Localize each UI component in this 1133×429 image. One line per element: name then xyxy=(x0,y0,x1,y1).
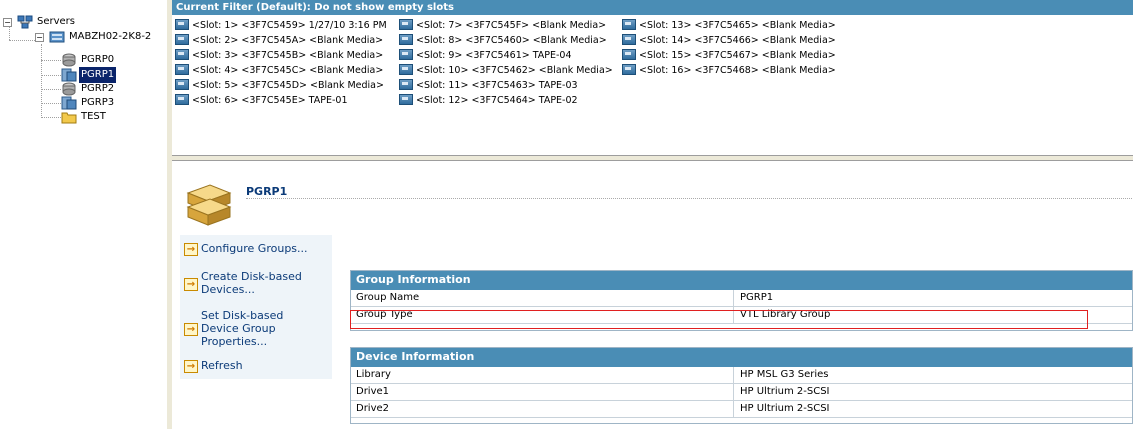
slot-label: <Slot: 13> <3F7C5465> <Blank Media> xyxy=(639,20,836,31)
slot-label: <Slot: 9> <3F7C5461> TAPE-04 xyxy=(416,50,572,61)
detail-panel: PGRP1 → Configure Groups... → Create Dis… xyxy=(172,161,1133,429)
tape-icon xyxy=(622,34,636,45)
slot-label: <Slot: 5> <3F7C545D> <Blank Media> xyxy=(192,80,384,91)
tape-icon xyxy=(175,49,189,60)
slot-label: <Slot: 16> <3F7C5468> <Blank Media> xyxy=(639,65,836,76)
slot-label: <Slot: 7> <3F7C545F> <Blank Media> xyxy=(416,20,607,31)
slot-item[interactable]: <Slot: 3> <3F7C545B> <Blank Media> xyxy=(175,49,383,63)
slot-label: <Slot: 15> <3F7C5467> <Blank Media> xyxy=(639,50,836,61)
table-row: Drive1 HP Ultrium 2-SCSI xyxy=(350,384,1133,401)
row-label: Drive1 xyxy=(350,384,734,400)
tape-icon xyxy=(399,34,413,45)
slot-item[interactable]: <Slot: 9> <3F7C5461> TAPE-04 xyxy=(399,49,572,63)
library-group-image-icon xyxy=(186,184,232,226)
row-value: HP MSL G3 Series xyxy=(740,369,829,380)
tape-icon xyxy=(175,34,189,45)
slot-label: <Slot: 10> <3F7C5462> <Blank Media> xyxy=(416,65,613,76)
collapse-icon[interactable]: − xyxy=(35,33,44,42)
device-information-header: Device Information xyxy=(350,347,1133,367)
tree-label-servers: Servers xyxy=(37,16,76,27)
library-icon xyxy=(62,82,76,96)
slot-label: <Slot: 11> <3F7C5463> TAPE-03 xyxy=(416,80,578,91)
slot-label: <Slot: 8> <3F7C5460> <Blank Media> xyxy=(416,35,607,46)
tree-label: PGRP0 xyxy=(81,54,115,65)
slot-label: <Slot: 14> <3F7C5466> <Blank Media> xyxy=(639,35,836,46)
row-label: Group Type xyxy=(350,307,734,323)
action-label: Set Disk-based Device Group Properties..… xyxy=(201,309,284,348)
slot-item[interactable]: <Slot: 16> <3F7C5468> <Blank Media> xyxy=(622,64,836,78)
row-label: Group Name xyxy=(350,290,734,306)
row-value: HP Ultrium 2-SCSI xyxy=(740,386,830,397)
slot-item[interactable]: <Slot: 7> <3F7C545F> <Blank Media> xyxy=(399,19,606,33)
slots-panel: Current Filter (Default): Do not show em… xyxy=(172,0,1133,156)
actions-panel: → Configure Groups... → Create Disk-base… xyxy=(180,235,332,379)
servers-icon xyxy=(17,15,33,29)
library-group-icon xyxy=(61,96,77,110)
slot-label: <Slot: 2> <3F7C545A> <Blank Media> xyxy=(192,35,384,46)
tape-icon xyxy=(399,64,413,75)
slot-label: <Slot: 12> <3F7C5464> TAPE-02 xyxy=(416,95,578,106)
group-information-table: Group Information Group Name PGRP1 Group… xyxy=(350,270,1133,331)
tape-icon xyxy=(622,49,636,60)
table-row: Group Type VTL Library Group xyxy=(350,307,1133,324)
tape-icon xyxy=(399,49,413,60)
arrow-right-icon: → xyxy=(184,243,198,256)
row-label: Library xyxy=(350,367,734,383)
action-label: Refresh xyxy=(201,359,243,372)
slot-item[interactable]: <Slot: 5> <3F7C545D> <Blank Media> xyxy=(175,79,384,93)
slot-item[interactable]: <Slot: 10> <3F7C5462> <Blank Media> xyxy=(399,64,613,78)
arrow-right-icon: → xyxy=(184,323,198,336)
collapse-icon[interactable]: − xyxy=(3,18,12,27)
library-icon xyxy=(62,53,76,67)
slot-item[interactable]: <Slot: 2> <3F7C545A> <Blank Media> xyxy=(175,34,383,48)
slot-item[interactable]: <Slot: 1> <3F7C5459> 1/27/10 3:16 PM xyxy=(175,19,387,33)
group-information-header: Group Information xyxy=(350,270,1133,290)
table-row: Group Name PGRP1 xyxy=(350,290,1133,307)
tape-icon xyxy=(399,94,413,105)
action-label: Create Disk-based Devices... xyxy=(201,270,302,296)
tape-icon xyxy=(175,64,189,75)
title-divider xyxy=(246,198,1132,199)
page-title: PGRP1 xyxy=(246,185,288,198)
server-tree[interactable]: − Servers − MABZH02-2K8-2 PGRP0 PGRP1 PG… xyxy=(0,0,167,429)
tape-icon xyxy=(622,64,636,75)
tape-icon xyxy=(399,19,413,30)
table-row: Library HP MSL G3 Series xyxy=(350,367,1133,384)
slot-item[interactable]: <Slot: 6> <3F7C545E> TAPE-01 xyxy=(175,94,347,108)
row-value: HP Ultrium 2-SCSI xyxy=(740,403,830,414)
row-value: VTL Library Group xyxy=(740,309,831,320)
filter-header: Current Filter (Default): Do not show em… xyxy=(172,0,1133,15)
slot-item[interactable]: <Slot: 15> <3F7C5467> <Blank Media> xyxy=(622,49,836,63)
action-label: Configure Groups... xyxy=(201,242,308,255)
arrow-right-icon: → xyxy=(184,278,198,291)
slot-label: <Slot: 1> <3F7C5459> 1/27/10 3:16 PM xyxy=(192,20,387,31)
device-information-table: Device Information Library HP MSL G3 Ser… xyxy=(350,347,1133,424)
tape-icon xyxy=(622,19,636,30)
library-group-icon xyxy=(61,68,77,82)
folder-icon xyxy=(61,112,77,124)
tree-node-test[interactable]: TEST xyxy=(61,109,108,125)
tree-node-pgrp0[interactable]: PGRP0 xyxy=(61,52,116,68)
slot-item[interactable]: <Slot: 14> <3F7C5466> <Blank Media> xyxy=(622,34,836,48)
tape-icon xyxy=(175,79,189,90)
tree-label: TEST xyxy=(81,111,106,122)
slot-item[interactable]: <Slot: 11> <3F7C5463> TAPE-03 xyxy=(399,79,578,93)
slot-item[interactable]: <Slot: 12> <3F7C5464> TAPE-02 xyxy=(399,94,578,108)
slot-label: <Slot: 3> <3F7C545B> <Blank Media> xyxy=(192,50,384,61)
tape-icon xyxy=(175,19,189,30)
table-row: Drive2 HP Ultrium 2-SCSI xyxy=(350,401,1133,418)
slot-item[interactable]: <Slot: 13> <3F7C5465> <Blank Media> xyxy=(622,19,836,33)
arrow-right-icon: → xyxy=(184,360,198,373)
slot-item[interactable]: <Slot: 4> <3F7C545C> <Blank Media> xyxy=(175,64,383,78)
server-icon xyxy=(49,31,65,43)
tape-icon xyxy=(399,79,413,90)
row-label: Drive2 xyxy=(350,401,734,417)
tape-icon xyxy=(175,94,189,105)
tree-label-server: MABZH02-2K8-2 xyxy=(69,31,152,42)
slot-label: <Slot: 6> <3F7C545E> TAPE-01 xyxy=(192,95,348,106)
slot-label: <Slot: 4> <3F7C545C> <Blank Media> xyxy=(192,65,384,76)
row-value: PGRP1 xyxy=(740,292,774,303)
slot-item[interactable]: <Slot: 8> <3F7C5460> <Blank Media> xyxy=(399,34,607,48)
